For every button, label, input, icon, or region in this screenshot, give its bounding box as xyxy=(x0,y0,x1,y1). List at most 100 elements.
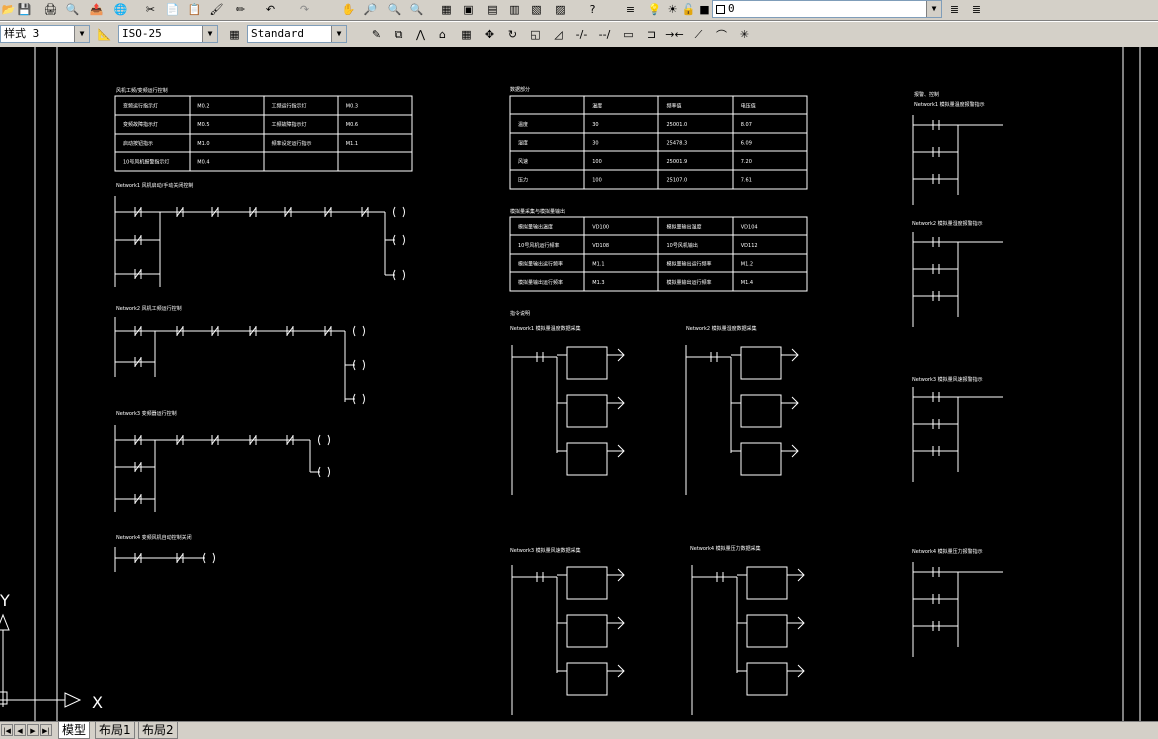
function-block xyxy=(746,566,788,600)
make-current-layer-icon[interactable]: ≣ xyxy=(946,1,963,18)
fillet-icon[interactable]: ⌒ xyxy=(713,26,730,43)
table-style-icon[interactable]: ▦ xyxy=(226,26,243,43)
mirror-icon[interactable]: ⋀ xyxy=(412,26,429,43)
function-block xyxy=(566,566,608,600)
first-tab-icon[interactable]: |◀ xyxy=(1,724,13,736)
coil-symbol xyxy=(393,234,405,246)
tab-layout1[interactable]: 布局1 xyxy=(95,722,135,739)
zoom-realtime-icon[interactable]: 🔎 xyxy=(362,1,379,18)
sheet-set-icon[interactable]: ▥ xyxy=(506,1,523,18)
next-tab-icon[interactable]: ▶ xyxy=(27,724,39,736)
copy-object-icon[interactable]: ⧉ xyxy=(390,26,407,43)
chevron-down-icon[interactable]: ▼ xyxy=(74,26,89,42)
function-block xyxy=(566,346,608,380)
chevron-down-icon[interactable]: ▼ xyxy=(202,26,217,42)
undo-icon[interactable]: ↶ xyxy=(262,1,279,18)
publish-icon[interactable]: 📤 xyxy=(88,1,105,18)
join-icon[interactable]: →← xyxy=(665,26,683,43)
table1-cell: 工频运行指示灯 xyxy=(272,102,307,109)
dimension-style-dropdown[interactable]: ISO-25 ▼ xyxy=(118,25,218,43)
coil-symbol xyxy=(318,434,330,446)
explode-icon[interactable]: ✳ xyxy=(736,26,753,43)
table3-cell: 10号风机输出 xyxy=(667,242,698,249)
table1-cell: M0.5 xyxy=(197,122,209,128)
calculator-icon[interactable]: ▨ xyxy=(552,1,569,18)
right-network2-title: Network2 模拟量湿度报警指示 xyxy=(912,220,983,227)
chevron-down-icon[interactable]: ▼ xyxy=(331,26,346,42)
previous-tab-icon[interactable]: ◀ xyxy=(14,724,26,736)
break-at-point-icon[interactable]: ▭ xyxy=(620,26,637,43)
chamfer-icon[interactable]: ⟋ xyxy=(690,26,707,43)
print-preview-icon[interactable]: 🔍 xyxy=(64,1,81,18)
tab-model[interactable]: 模型 xyxy=(58,722,91,739)
table2-title: 数据部分 xyxy=(510,86,530,93)
zoom-previous-icon[interactable]: 🔍 xyxy=(408,1,425,18)
table3-cell: VD104 xyxy=(741,224,758,230)
ucs-icon xyxy=(0,613,82,708)
analog-title: 指令说明 xyxy=(510,310,530,317)
last-tab-icon[interactable]: ▶| xyxy=(40,724,52,736)
layer-color-icon[interactable]: ■ xyxy=(696,1,713,18)
save-icon[interactable]: 💾 xyxy=(16,1,33,18)
help-icon[interactable]: ? xyxy=(584,1,601,18)
pan-icon[interactable]: ✋ xyxy=(340,1,357,18)
array-icon[interactable]: ▦ xyxy=(458,26,475,43)
zoom-window-icon[interactable]: 🔍 xyxy=(386,1,403,18)
offset-icon[interactable]: ⌂ xyxy=(434,26,451,43)
move-icon[interactable]: ✥ xyxy=(481,26,498,43)
layer-dropdown[interactable]: 0 ▼ xyxy=(712,0,942,18)
chevron-down-icon[interactable]: ▼ xyxy=(926,1,941,17)
table1-cell: 频率设定运行指示 xyxy=(272,140,312,147)
properties-icon[interactable]: ▦ xyxy=(438,1,455,18)
rotate-icon[interactable]: ↻ xyxy=(504,26,521,43)
stretch-icon[interactable]: ◿ xyxy=(550,26,567,43)
scale-icon[interactable]: ◱ xyxy=(527,26,544,43)
cut-icon[interactable]: ✂ xyxy=(142,1,159,18)
trim-icon[interactable]: -/- xyxy=(573,26,590,43)
table3-cell: VD108 xyxy=(592,243,609,249)
layer-freeze-icon[interactable]: ☀ xyxy=(664,1,681,18)
table2-cell: 7.20 xyxy=(741,159,752,165)
block-editor-icon[interactable]: ✏ xyxy=(232,1,249,18)
match-properties-icon[interactable]: 🖌 xyxy=(208,1,225,18)
table-style-value: Standard xyxy=(251,27,304,40)
table1-cell: M1.0 xyxy=(197,141,209,147)
layer-on-icon[interactable]: 💡 xyxy=(646,1,663,18)
right-network4-title: Network4 模拟量压力报警指示 xyxy=(912,548,983,555)
table-style-dropdown[interactable]: Standard ▼ xyxy=(247,25,347,43)
table2-cell: 7.61 xyxy=(741,178,752,184)
erase-icon[interactable]: ✎ xyxy=(368,26,385,43)
break-icon[interactable]: ⊐ xyxy=(643,26,660,43)
plot-icon[interactable]: 🌐 xyxy=(112,1,129,18)
table2-cell: 温度 xyxy=(592,102,602,109)
function-block xyxy=(566,442,608,476)
text-style-value: 样式 3 xyxy=(4,27,40,40)
table1-cell: M0.4 xyxy=(197,160,209,166)
redo-icon[interactable]: ↷ xyxy=(296,1,313,18)
paste-icon[interactable]: 📋 xyxy=(186,1,203,18)
table3-cell: M1.4 xyxy=(741,280,753,286)
dimension-style-icon[interactable]: 📐 xyxy=(96,26,113,43)
tool-palettes-icon[interactable]: ▤ xyxy=(484,1,501,18)
network4-title: Network4 变频风机自动控制关闭 xyxy=(116,534,192,541)
table3-cell: 模拟量输出湿度 xyxy=(667,223,702,230)
layer-manager-icon[interactable]: ≡ xyxy=(622,1,639,18)
text-style-dropdown[interactable]: 样式 3 ▼ xyxy=(0,25,90,43)
design-center-icon[interactable]: ▣ xyxy=(460,1,477,18)
tab-layout2[interactable]: 布局2 xyxy=(138,722,178,739)
extend-icon[interactable]: --/ xyxy=(596,26,613,43)
layer-previous-icon[interactable]: ≣ xyxy=(968,1,985,18)
ucs-y-label: Y xyxy=(0,591,10,610)
table3-title: 模拟量采集与模拟量输出 xyxy=(510,208,565,215)
drawing-canvas[interactable]: 风机工频/变频运行控制 变频运行指示灯 M0.2 工频运行指示灯 M0.3 变频故障指示… xyxy=(0,47,1158,721)
table3-cell: 模拟量输出温度 xyxy=(518,223,553,230)
print-icon[interactable]: 🖨 xyxy=(42,1,59,18)
open-icon[interactable]: 📂 xyxy=(0,1,17,18)
layout-tab-bar: |◀ ◀ ▶ ▶| 模型 布局1 布局2 xyxy=(0,721,1158,739)
network4-rung xyxy=(114,547,205,572)
layer-lock-icon[interactable]: 🔓 xyxy=(680,1,697,18)
table2-cell: 100 xyxy=(592,178,602,184)
copy-icon[interactable]: 📄 xyxy=(164,1,181,18)
table1-cell: 工频故障指示灯 xyxy=(272,121,307,128)
markup-icon[interactable]: ▧ xyxy=(528,1,545,18)
